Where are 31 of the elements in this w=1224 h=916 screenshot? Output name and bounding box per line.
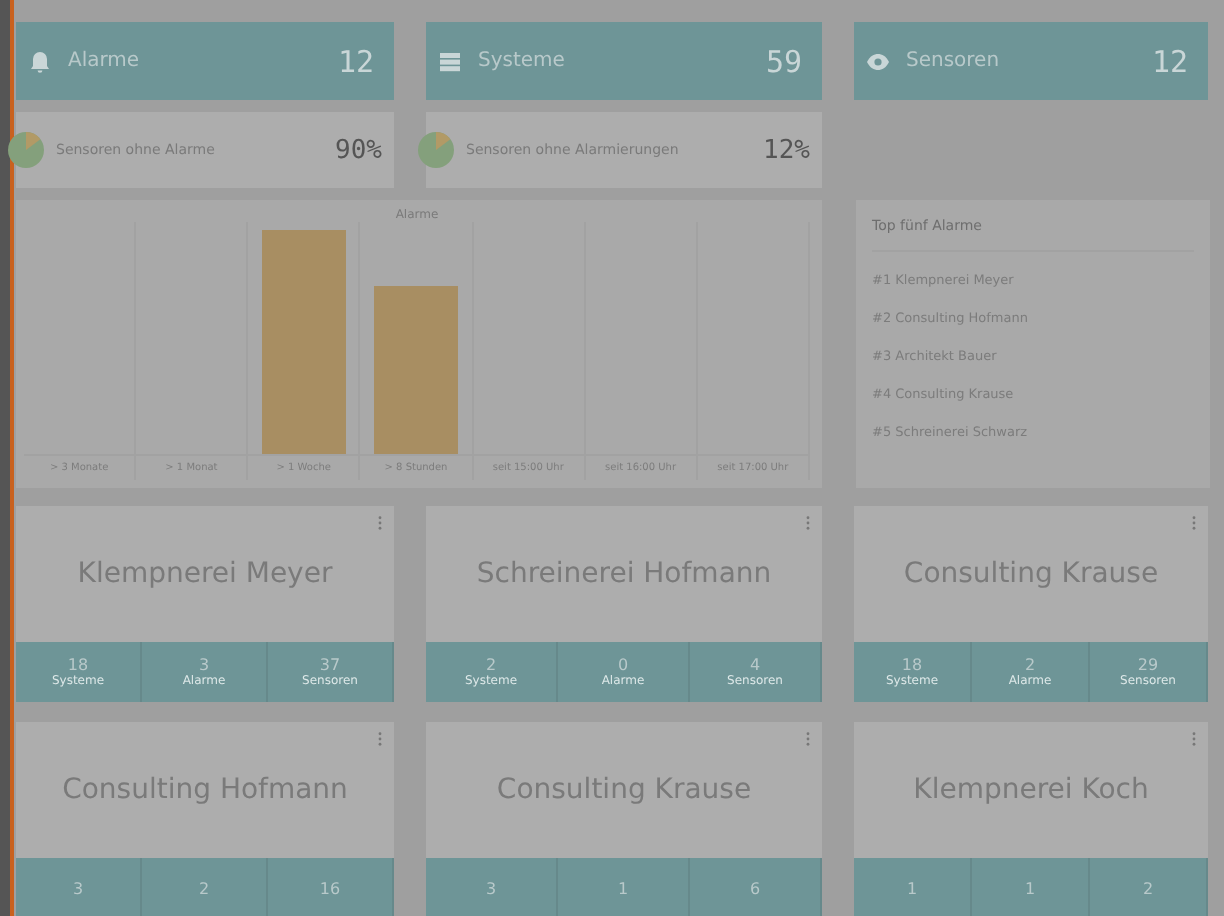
card-count: 12: [1151, 43, 1188, 79]
card-count: 59: [765, 43, 802, 79]
stat-number: 3: [485, 879, 497, 897]
stat-number: 4: [749, 656, 761, 674]
pie-icon: [418, 132, 454, 168]
stat-number: 0: [617, 656, 629, 674]
stat-value: 90%: [335, 135, 382, 165]
card-title: Systeme: [478, 50, 567, 72]
stat-number: 1: [1024, 879, 1036, 897]
stat-number: 18: [901, 656, 923, 674]
stat-number: 1: [906, 879, 918, 897]
stat-number: 2: [1142, 879, 1154, 897]
stat-number: 3: [198, 656, 210, 674]
stat-number: 37: [319, 656, 341, 674]
bell-icon: [28, 49, 52, 73]
stat-number: 3: [72, 879, 84, 897]
stat-value: 12%: [763, 135, 810, 165]
stat-number: 6: [749, 879, 761, 897]
stat-number: 2: [1024, 656, 1036, 674]
card-title: Sensoren: [906, 50, 1002, 72]
eye-icon: [866, 49, 890, 73]
card-count: 12: [337, 43, 374, 79]
stat-number: 2: [485, 656, 497, 674]
stat-number: 29: [1137, 656, 1159, 674]
stat-number: 16: [319, 879, 341, 897]
stat-number: 18: [67, 656, 89, 674]
card-title: Alarme: [68, 50, 142, 72]
stat-number: 1: [617, 879, 629, 897]
stat-number: 2: [198, 879, 210, 897]
list-icon: [438, 49, 462, 73]
pie-icon: [8, 132, 44, 168]
